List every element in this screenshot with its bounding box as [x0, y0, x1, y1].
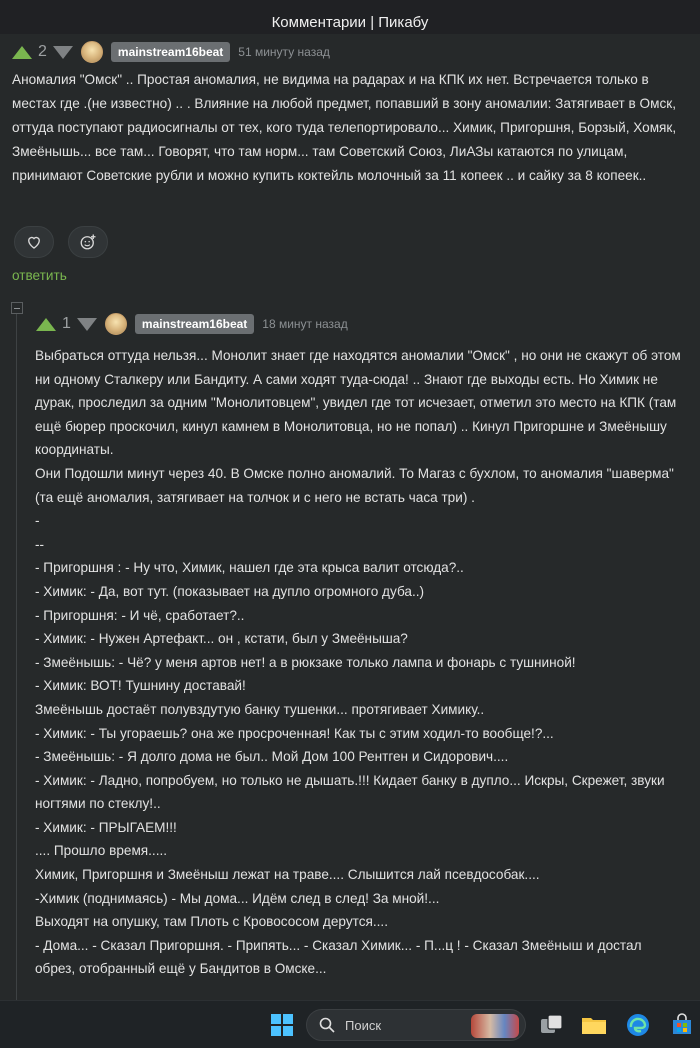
- avatar[interactable]: [80, 41, 103, 63]
- comment-line: - Пригоршня: - И чё, сработает?..: [35, 607, 245, 623]
- rating-count: 1: [62, 315, 71, 332]
- comment-line: - Химик: - Да, вот тут. (показывает на д…: [35, 583, 425, 599]
- edge-browser-button[interactable]: [622, 1009, 654, 1041]
- task-view-button[interactable]: [536, 1009, 568, 1041]
- comment-line: - Химик: ВОТ! Тушнину доставай!: [35, 678, 246, 694]
- start-button[interactable]: [266, 1009, 298, 1041]
- store-button[interactable]: [666, 1009, 698, 1041]
- avatar[interactable]: [104, 313, 127, 335]
- comment-text: Выбраться оттуда нельзя... Монолит знает…: [35, 344, 685, 981]
- taskbar: Поиск: [0, 1000, 700, 1048]
- folder-icon: [582, 1018, 606, 1034]
- comment-line: Выходят на опушку, там Плоть с Кровососо…: [35, 914, 388, 930]
- search-highlight-image: [471, 1014, 519, 1038]
- comment-line: - Змеёнышь: - Чё? у меня артов нет! а в …: [35, 654, 576, 670]
- edge-icon: [627, 1014, 649, 1036]
- comment-time: 51 минуту назад: [238, 45, 330, 59]
- vote-block: 2: [12, 43, 73, 61]
- comment-line: .... Прошло время.....: [35, 843, 168, 859]
- comment-line: -: [35, 513, 40, 529]
- taskbar-search[interactable]: Поиск: [306, 1009, 526, 1041]
- comment-actions: [14, 226, 108, 258]
- comment-time: 18 минут назад: [262, 317, 348, 331]
- comment-line: Они Подошли минут через 40. В Омске полн…: [35, 465, 678, 505]
- search-icon: [319, 1017, 335, 1033]
- vote-block: 1: [36, 315, 97, 333]
- comment-line: Змеёнышь достаёт полувздутую банку тушен…: [35, 701, 485, 717]
- comment-line: - Дома... - Сказал Пригоршня. - Припять.…: [35, 937, 646, 977]
- comment-text: Аномалия "Омск" .. Простая аномалия, не …: [12, 72, 677, 183]
- comments-page: 2 mainstream16beat 51 минуту назад Анома…: [0, 34, 700, 1000]
- comment-line: Выбраться оттуда нельзя... Монолит знает…: [35, 348, 685, 458]
- store-icon: [673, 1013, 691, 1034]
- file-explorer-button[interactable]: [578, 1009, 610, 1041]
- heart-icon: [28, 236, 40, 249]
- rating-count: 2: [38, 43, 47, 60]
- author-badge[interactable]: mainstream16beat: [134, 314, 255, 334]
- emoji-add-icon: [80, 234, 96, 250]
- task-view-icon: [541, 1014, 563, 1033]
- comment-line: - Химик: - Нужен Артефакт... он , кстати…: [35, 631, 408, 647]
- like-button[interactable]: [14, 226, 54, 258]
- collapse-thread-button[interactable]: [11, 302, 23, 314]
- windows-logo-icon: [271, 1014, 293, 1036]
- search-label: Поиск: [345, 1017, 382, 1033]
- reply-link[interactable]: ответить: [12, 268, 67, 283]
- upvote-arrow-icon[interactable]: [12, 45, 32, 59]
- comment-line: --: [35, 536, 45, 552]
- author-badge[interactable]: mainstream16beat: [110, 42, 231, 62]
- comment-line: - Химик: - Ты угораешь? она же просрочен…: [35, 725, 554, 741]
- comment-header: 1 mainstream16beat 18 минут назад: [36, 310, 348, 338]
- downvote-arrow-icon[interactable]: [52, 45, 73, 59]
- minus-icon: [14, 307, 20, 309]
- comment-line: Химик, Пригоршня и Змеёныш лежат на трав…: [35, 867, 540, 883]
- comment-line: - Пригоршня : - Ну что, Химик, нашел где…: [35, 560, 464, 576]
- upvote-arrow-icon[interactable]: [36, 317, 56, 331]
- window-title: Комментарии | Пикабу: [271, 14, 429, 31]
- comment-line: - Химик: - Ладно, попробуем, но только н…: [35, 772, 669, 812]
- comment-line: -Химик (поднимаясь) - Мы дома... Идём сл…: [35, 890, 440, 906]
- comment-line: - Змеёнышь: - Я долго дома не был.. Мой …: [35, 749, 509, 765]
- comment-line: - Химик: - ПРЫГАЕМ!!!: [35, 819, 177, 835]
- thread-line[interactable]: [16, 310, 17, 1000]
- downvote-arrow-icon[interactable]: [76, 317, 97, 331]
- comment-header: 2 mainstream16beat 51 минуту назад: [12, 38, 330, 66]
- reaction-button[interactable]: [68, 226, 108, 258]
